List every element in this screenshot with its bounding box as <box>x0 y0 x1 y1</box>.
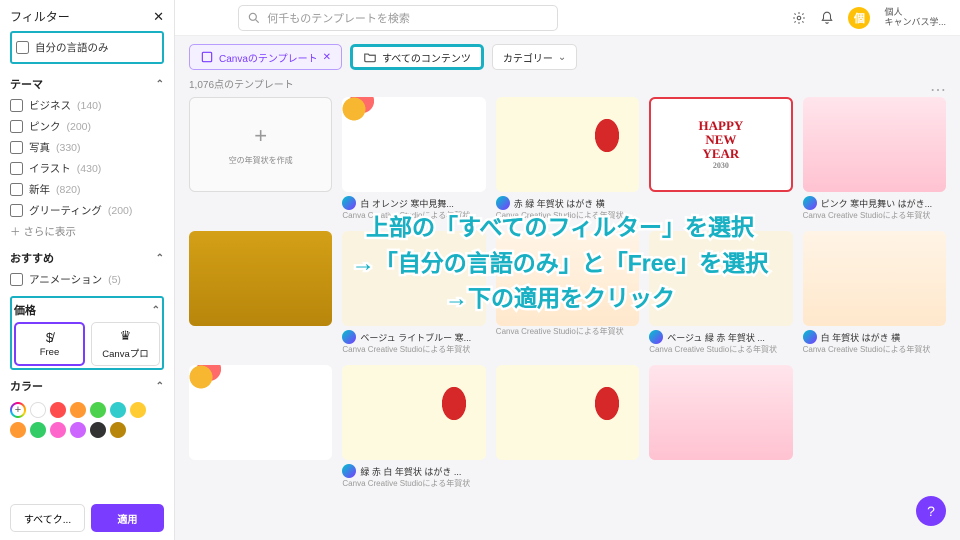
canva-icon <box>342 330 356 344</box>
theme-checkbox[interactable]: 新年 (820) <box>10 179 164 200</box>
chevron-down-icon: ⌄ <box>558 52 566 63</box>
price-pro-button[interactable]: ♛Canvaプロ <box>91 322 160 366</box>
canva-icon <box>342 196 356 210</box>
result-count: 1,076点のテンプレート <box>175 74 960 97</box>
template-card[interactable] <box>189 365 332 489</box>
template-thumbnail[interactable]: HAPPY NEW YEAR2030 <box>649 97 792 192</box>
folder-icon <box>363 50 377 64</box>
chevron-up-icon[interactable]: ⌃ <box>152 305 160 316</box>
color-swatch[interactable] <box>50 422 66 438</box>
chip-canva-templates[interactable]: Canvaのテンプレート✕ <box>189 44 342 70</box>
search-input[interactable]: 何千ものテンプレートを検索 <box>238 5 558 31</box>
show-more[interactable]: ＋ さらに表示 <box>10 221 164 242</box>
template-thumbnail[interactable] <box>803 97 946 192</box>
theme-checkbox[interactable]: ピンク (200) <box>10 116 164 137</box>
template-thumbnail[interactable] <box>342 365 485 460</box>
template-thumbnail[interactable]: +空の年賀状を作成 <box>189 97 332 192</box>
card-title: 赤 緑 年賀状 はがき 横 <box>496 196 639 210</box>
theme-checkbox[interactable]: イラスト (430) <box>10 158 164 179</box>
color-swatch[interactable] <box>130 402 146 418</box>
chevron-up-icon[interactable]: ⌃ <box>156 381 164 392</box>
canva-icon <box>342 464 356 478</box>
card-subtitle: Canva Creative Studioによる年賀状 <box>803 344 946 355</box>
template-card[interactable]: ピンク 寒中見舞い はがき...Canva Creative Studioによる… <box>803 97 946 221</box>
card-subtitle: Canva Creative Studioによる年賀状 <box>496 326 639 337</box>
theme-checkbox[interactable]: 写真 (330) <box>10 137 164 158</box>
search-icon <box>247 11 261 25</box>
chip-all-content[interactable]: すべてのコンテンツ <box>350 44 484 70</box>
color-swatch[interactable] <box>10 422 26 438</box>
template-card[interactable] <box>649 365 792 489</box>
bell-icon[interactable] <box>820 11 834 25</box>
account-label[interactable]: 個人 キャンバス学... <box>884 8 946 28</box>
color-swatch[interactable] <box>50 402 66 418</box>
animation-checkbox[interactable]: アニメーション (5) <box>10 269 164 290</box>
template-card[interactable] <box>496 365 639 489</box>
add-color-button[interactable]: + <box>10 402 26 418</box>
instruction-overlay: 上部の「すべてのフィルター」を選択上部の「すべてのフィルター」を選択 →「自分の… <box>200 210 920 317</box>
color-section-title: カラー <box>10 378 43 394</box>
template-thumbnail[interactable] <box>496 97 639 192</box>
theme-checkbox[interactable]: グリーティング (200) <box>10 200 164 221</box>
card-title: ベージュ 緑 赤 年賀状 ... <box>649 330 792 344</box>
template-card[interactable]: 赤 緑 年賀状 はがき 横Canva Creative Studioによる年賀状 <box>496 97 639 221</box>
template-card[interactable]: HAPPY NEW YEAR2030 <box>649 97 792 221</box>
apply-button[interactable]: 適用 <box>91 504 164 532</box>
recommend-section-title: おすすめ <box>10 250 54 266</box>
template-card[interactable]: 緑 赤 白 年賀状 はがき ...Canva Creative Studioによ… <box>342 365 485 489</box>
color-swatch[interactable] <box>110 422 126 438</box>
avatar[interactable]: 個 <box>848 7 870 29</box>
clear-all-button[interactable]: すべてク... <box>10 504 85 532</box>
remove-chip-icon[interactable]: ✕ <box>323 52 331 63</box>
price-free-button[interactable]: $̸Free <box>14 322 85 366</box>
own-language-checkbox[interactable]: 自分の言語のみ <box>16 37 158 58</box>
color-swatch[interactable] <box>70 402 86 418</box>
help-fab[interactable]: ? <box>916 496 946 526</box>
card-title: ベージュ ライトブルー 寒... <box>342 330 485 344</box>
template-thumbnail[interactable] <box>649 365 792 460</box>
filter-panel: フィルター ✕ 自分の言語のみ テーマ ⌃ ビジネス (140)ピンク (200)… <box>0 0 175 540</box>
color-swatch[interactable] <box>30 422 46 438</box>
canva-icon <box>803 196 817 210</box>
color-swatch[interactable] <box>90 422 106 438</box>
card-subtitle: Canva Creative Studioによる年賀状 <box>342 344 485 355</box>
card-title: 緑 赤 白 年賀状 はがき ... <box>342 464 485 478</box>
close-icon[interactable]: ✕ <box>153 9 164 25</box>
price-section-title: 価格 <box>14 302 36 318</box>
canva-icon <box>803 330 817 344</box>
template-thumbnail[interactable] <box>189 365 332 460</box>
template-thumbnail[interactable] <box>496 365 639 460</box>
color-swatch[interactable] <box>70 422 86 438</box>
color-swatch[interactable] <box>90 402 106 418</box>
card-title: ピンク 寒中見舞い はがき... <box>803 196 946 210</box>
search-placeholder: 何千ものテンプレートを検索 <box>267 10 410 26</box>
card-subtitle: Canva Creative Studioによる年賀状 <box>342 478 485 489</box>
template-card[interactable]: 白 オレンジ 寒中見舞...Canva Creative Studioによる年賀… <box>342 97 485 221</box>
chevron-up-icon[interactable]: ⌃ <box>156 79 164 90</box>
card-title: 白 オレンジ 寒中見舞... <box>342 196 485 210</box>
canva-icon <box>496 196 510 210</box>
theme-section-title: テーマ <box>10 76 43 92</box>
color-swatch[interactable] <box>110 402 126 418</box>
theme-checkbox[interactable]: ビジネス (140) <box>10 95 164 116</box>
template-card[interactable]: +空の年賀状を作成 <box>189 97 332 221</box>
canva-icon <box>649 330 663 344</box>
template-thumbnail[interactable] <box>342 97 485 192</box>
card-subtitle: Canva Creative Studioによる年賀状 <box>649 344 792 355</box>
card-title: 白 年賀状 はがき 横 <box>803 330 946 344</box>
own-language-highlight: 自分の言語のみ <box>10 31 164 64</box>
settings-icon[interactable] <box>792 11 806 25</box>
template-icon <box>200 50 214 64</box>
color-swatch[interactable] <box>30 402 46 418</box>
filter-title: フィルター <box>10 8 70 25</box>
chip-category[interactable]: カテゴリー⌄ <box>492 44 577 70</box>
chevron-up-icon[interactable]: ⌃ <box>156 253 164 264</box>
